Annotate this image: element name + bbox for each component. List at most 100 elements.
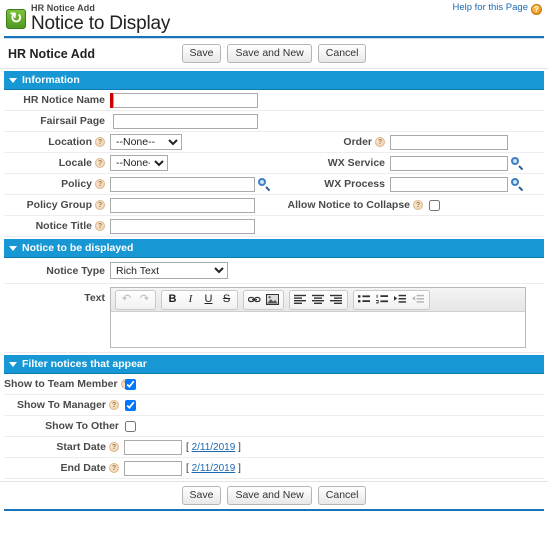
bulleted-list-icon[interactable] bbox=[356, 292, 373, 308]
locale-select[interactable]: --None-- bbox=[110, 155, 168, 171]
save-button-bottom[interactable]: Save bbox=[181, 486, 222, 505]
label-text: Text bbox=[84, 292, 105, 304]
form-title: HR Notice Add bbox=[8, 46, 96, 61]
undo-icon[interactable]: ↶ bbox=[118, 292, 135, 308]
cancel-button-top[interactable]: Cancel bbox=[317, 44, 367, 63]
bold-icon[interactable]: B bbox=[164, 292, 181, 308]
row-policy-wx-process: Policy? WX Process bbox=[4, 174, 544, 195]
inline-help-icon-order[interactable]: ? bbox=[375, 137, 385, 148]
label-show-to-team-member: Show to Team Member? bbox=[4, 378, 131, 390]
row-show-to-manager: Show To Manager? bbox=[4, 395, 544, 416]
section-notice-header[interactable]: Notice to be displayed bbox=[4, 239, 544, 258]
row-fairsail-page: Fairsail Page bbox=[4, 111, 544, 132]
notice-title-input[interactable] bbox=[110, 218, 255, 234]
outdent-icon[interactable] bbox=[410, 292, 427, 308]
show-to-team-member-checkbox[interactable] bbox=[125, 378, 136, 390]
fairsail-page-input[interactable] bbox=[113, 113, 258, 129]
toolbar-group-insert bbox=[243, 289, 284, 310]
numbered-list-icon[interactable] bbox=[374, 292, 391, 308]
bracket-open: [ bbox=[186, 441, 189, 453]
image-icon[interactable] bbox=[264, 292, 281, 308]
inline-help-icon-allow-collapse[interactable]: ? bbox=[413, 200, 423, 211]
show-to-manager-checkbox[interactable] bbox=[125, 399, 136, 411]
notice-type-select[interactable]: Rich Text bbox=[110, 262, 228, 279]
section-information-header[interactable]: Information bbox=[4, 71, 544, 90]
section-notice-to-be-displayed: Notice to be displayed Notice Type Rich … bbox=[4, 239, 544, 353]
save-button-top[interactable]: Save bbox=[181, 44, 222, 63]
toolbar-group-list bbox=[353, 289, 430, 310]
help-link-label: Help for this Page bbox=[452, 2, 528, 13]
bracket-close: ] bbox=[238, 462, 241, 474]
label-show-to-other: Show To Other bbox=[45, 420, 119, 432]
row-text-editor: Text ↶ ↷ B I U S bbox=[4, 284, 544, 353]
inline-help-icon-show-manager[interactable]: ? bbox=[109, 400, 119, 411]
inline-help-icon-policy-group[interactable]: ? bbox=[95, 200, 105, 211]
start-date-today-link[interactable]: 2/11/2019 bbox=[192, 442, 236, 453]
page-title: Notice to Display bbox=[31, 13, 171, 34]
align-right-icon[interactable] bbox=[328, 292, 345, 308]
chevron-down-icon[interactable] bbox=[9, 77, 17, 83]
label-wx-process: WX Process bbox=[324, 178, 385, 190]
chevron-down-icon[interactable] bbox=[9, 361, 17, 367]
help-for-this-page-link[interactable]: Help for this Page? bbox=[452, 2, 542, 15]
cancel-button-bottom[interactable]: Cancel bbox=[317, 486, 367, 505]
hr-notice-name-input[interactable] bbox=[113, 92, 258, 108]
footer-divider bbox=[4, 509, 544, 511]
inline-help-icon-location[interactable]: ? bbox=[95, 137, 105, 148]
show-to-other-checkbox[interactable] bbox=[125, 420, 136, 432]
italic-icon[interactable]: I bbox=[182, 292, 199, 308]
rich-text-body[interactable] bbox=[111, 312, 525, 347]
end-date-today-link[interactable]: 2/11/2019 bbox=[192, 463, 236, 474]
rich-text-editor: ↶ ↷ B I U S bbox=[110, 287, 526, 348]
underline-icon[interactable]: U bbox=[200, 292, 217, 308]
inline-help-icon-locale[interactable]: ? bbox=[95, 158, 105, 169]
policy-group-input[interactable] bbox=[110, 197, 255, 213]
location-select[interactable]: --None-- bbox=[110, 134, 182, 150]
link-icon[interactable] bbox=[246, 292, 263, 308]
save-and-new-button-bottom[interactable]: Save and New bbox=[227, 486, 312, 505]
row-locale-wx-service: Locale? --None-- WX Service bbox=[4, 153, 544, 174]
lookup-icon-policy[interactable] bbox=[257, 177, 271, 192]
strikethrough-icon[interactable]: S bbox=[218, 292, 235, 308]
row-notice-type: Notice Type Rich Text bbox=[4, 258, 544, 284]
toolbar-group-align bbox=[289, 289, 348, 310]
label-policy-group: Policy Group? bbox=[4, 199, 108, 211]
label-start-date: Start Date? bbox=[4, 441, 122, 453]
bracket-open: [ bbox=[186, 462, 189, 474]
inline-help-icon-start-date[interactable]: ? bbox=[109, 442, 119, 453]
save-and-new-button-top[interactable]: Save and New bbox=[227, 44, 312, 63]
wx-process-input[interactable] bbox=[390, 176, 508, 192]
align-center-icon[interactable] bbox=[310, 292, 327, 308]
label-notice-title: Notice Title? bbox=[4, 220, 108, 232]
wx-service-input[interactable] bbox=[390, 155, 508, 171]
section-filter-header[interactable]: Filter notices that appear bbox=[4, 355, 544, 374]
align-left-icon[interactable] bbox=[292, 292, 309, 308]
inline-help-icon-notice-title[interactable]: ? bbox=[95, 221, 105, 232]
order-input[interactable] bbox=[390, 134, 508, 150]
lookup-icon-wx-process[interactable] bbox=[510, 177, 524, 192]
row-policy-group-allow-collapse: Policy Group? Allow Notice to Collapse? bbox=[4, 195, 544, 216]
label-wx-service: WX Service bbox=[327, 157, 385, 169]
chevron-down-icon[interactable] bbox=[9, 245, 17, 251]
inline-help-icon-end-date[interactable]: ? bbox=[109, 463, 119, 474]
lookup-icon-wx-service[interactable] bbox=[510, 156, 524, 171]
rich-text-toolbar: ↶ ↷ B I U S bbox=[111, 288, 525, 312]
hr-notice-icon: ↻ bbox=[6, 9, 26, 29]
start-date-input[interactable] bbox=[124, 439, 182, 455]
bottom-button-bar: Save Save and New Cancel bbox=[0, 481, 548, 509]
redo-icon[interactable]: ↷ bbox=[136, 292, 153, 308]
inline-help-icon-policy[interactable]: ? bbox=[95, 179, 105, 190]
policy-input[interactable] bbox=[110, 176, 255, 192]
allow-notice-to-collapse-checkbox[interactable] bbox=[429, 199, 440, 211]
start-date-today-wrapper: [ 2/11/2019 ] bbox=[186, 442, 241, 453]
indent-icon[interactable] bbox=[392, 292, 409, 308]
end-date-today-wrapper: [ 2/11/2019 ] bbox=[186, 463, 241, 474]
label-order: Order? bbox=[274, 136, 388, 148]
row-notice-title: Notice Title? bbox=[4, 216, 544, 237]
end-date-input[interactable] bbox=[124, 460, 182, 476]
label-end-date: End Date? bbox=[4, 462, 122, 474]
hr-notice-icon-glyph: ↻ bbox=[9, 10, 23, 27]
row-show-to-team-member: Show to Team Member? bbox=[4, 374, 544, 395]
toolbar-group-history: ↶ ↷ bbox=[115, 289, 156, 310]
help-question-icon[interactable]: ? bbox=[531, 4, 542, 15]
